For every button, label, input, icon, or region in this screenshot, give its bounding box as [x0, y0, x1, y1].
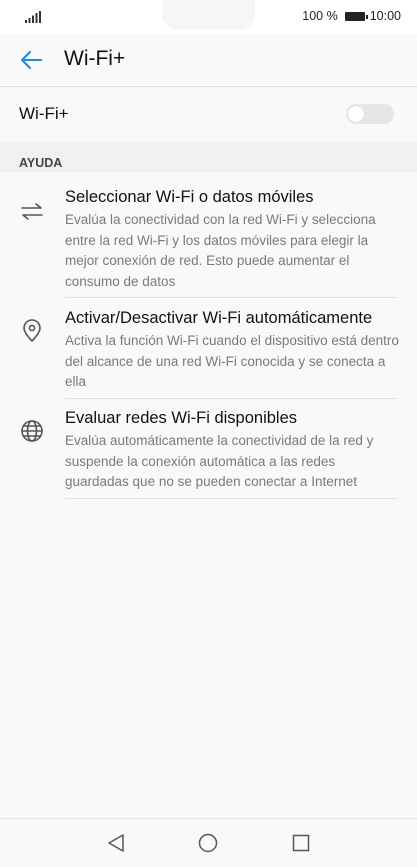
help-item-title: Activar/Desactivar Wi-Fi automáticamente: [65, 309, 373, 327]
back-button[interactable]: [14, 46, 48, 74]
nav-recents-icon: [292, 834, 310, 852]
help-item-text: Seleccionar Wi-Fi o datos móviles Evalúa…: [65, 186, 401, 292]
help-item-text: Activar/Desactivar Wi-Fi automáticamente…: [65, 307, 401, 393]
navigation-bar: [0, 818, 417, 867]
help-section-title: AYUDA: [19, 156, 63, 170]
camera-notch: [162, 0, 255, 30]
globe-icon: [20, 419, 44, 443]
page-title: Wi-Fi+: [64, 47, 126, 70]
help-item-title: Evaluar redes Wi-Fi disponibles: [65, 409, 298, 427]
back-arrow-icon: [21, 51, 42, 69]
wifi-plus-toggle-row[interactable]: Wi-Fi+: [0, 87, 417, 141]
divider: [65, 398, 398, 399]
battery-percent: 100 %: [302, 9, 338, 23]
signal-icon: [25, 11, 41, 23]
help-section-header: AYUDA: [0, 142, 417, 172]
switch-knob: [348, 106, 364, 122]
divider: [65, 498, 398, 499]
help-item-description: Evalúa automáticamente la conectividad d…: [65, 433, 374, 489]
help-item-title: Seleccionar Wi-Fi o datos móviles: [65, 188, 314, 206]
nav-back-button[interactable]: [105, 832, 127, 854]
help-item-description: Activa la función Wi-Fi cuando el dispos…: [65, 333, 399, 389]
nav-recents-button[interactable]: [290, 832, 312, 854]
battery-icon: [344, 11, 368, 21]
nav-back-icon: [108, 834, 124, 852]
nav-home-icon: [198, 833, 218, 853]
wifi-plus-toggle-label: Wi-Fi+: [19, 104, 69, 123]
app-header: Wi-Fi+: [0, 34, 417, 87]
nav-home-button[interactable]: [197, 832, 219, 854]
clock: 10:00: [369, 9, 401, 23]
location-pin-icon: [20, 319, 44, 343]
status-bar: 100 % 10:00: [0, 0, 417, 34]
help-item-description: Evalúa la conectividad con la red Wi-Fi …: [65, 212, 376, 289]
status-indicators: 100 % 10:00: [302, 9, 401, 23]
help-item-text: Evaluar redes Wi-Fi disponibles Evalúa a…: [65, 407, 401, 493]
divider: [65, 297, 398, 298]
wifi-plus-switch[interactable]: [346, 104, 394, 124]
swap-arrows-icon: [20, 200, 44, 224]
